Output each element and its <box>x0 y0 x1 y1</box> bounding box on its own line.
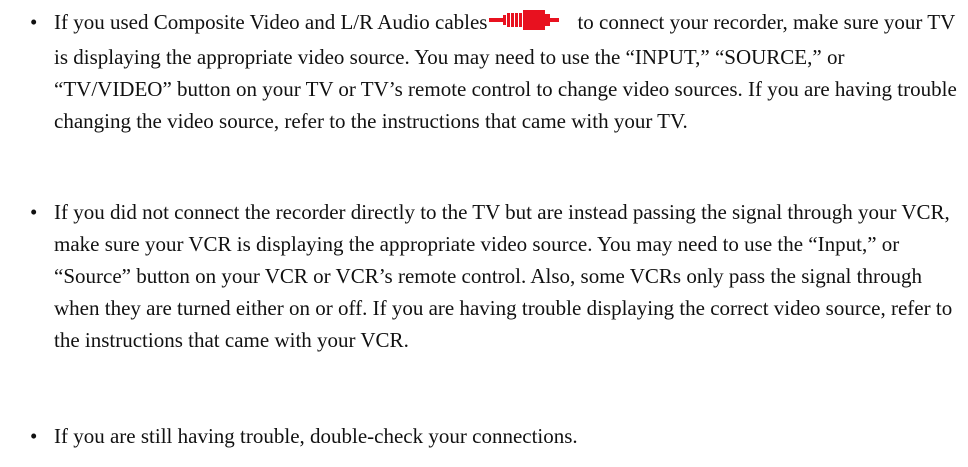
bullet-marker: • <box>30 424 38 448</box>
list-item-text: If you are still having trouble, double-… <box>54 424 578 448</box>
rca-cable-icon <box>489 8 567 41</box>
list-item-text: If you did not connect the recorder dire… <box>54 200 953 352</box>
text-before-icon: If you used Composite Video and L/R Audi… <box>54 10 488 34</box>
bullet-marker: • <box>30 10 38 34</box>
bullet-marker: • <box>30 200 38 224</box>
list-item-text: If you used Composite Video and L/R Audi… <box>54 6 964 137</box>
document-page: • If you used Composite Video and L/R Au… <box>0 0 968 467</box>
